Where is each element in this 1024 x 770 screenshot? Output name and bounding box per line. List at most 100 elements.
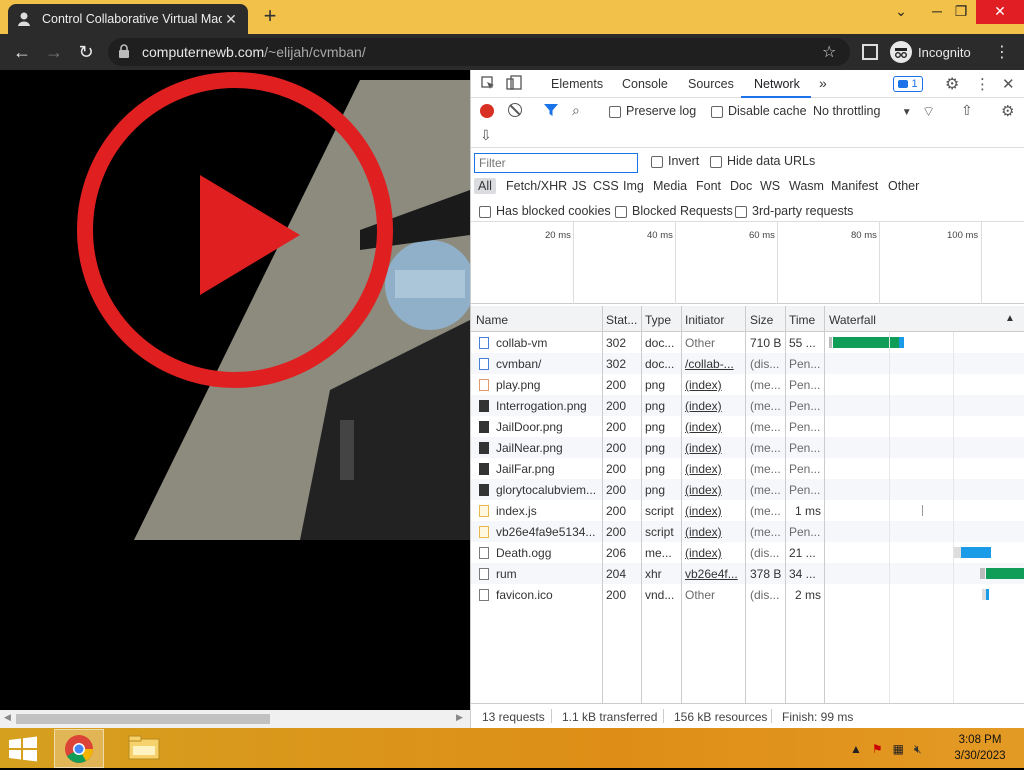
- request-row[interactable]: play.png 200 png (index) (me... Pen...: [471, 374, 1024, 395]
- filter-input[interactable]: [474, 153, 638, 173]
- import-har-icon[interactable]: ⇧: [961, 102, 973, 119]
- action-center-flag-icon[interactable]: ⚑: [872, 742, 883, 756]
- address-bar[interactable]: computernewb.com /~elijah/cvmban/: [108, 38, 850, 66]
- waterfall-bar[interactable]: [829, 337, 832, 348]
- request-row[interactable]: vb26e4fa9e5134... 200 script (index) (me... P…: [471, 521, 1024, 542]
- type-filter-img[interactable]: Img: [623, 179, 644, 193]
- column-header-time[interactable]: Time: [789, 313, 815, 327]
- settings-gear-icon[interactable]: ⚙: [945, 74, 959, 94]
- column-divider[interactable]: [681, 306, 682, 703]
- tab-console[interactable]: Console: [622, 77, 668, 91]
- tab-search-icon[interactable]: ⌄: [884, 0, 918, 24]
- close-devtools-icon[interactable]: ✕: [1002, 75, 1015, 93]
- chrome-taskbar-button[interactable]: [54, 729, 104, 768]
- blocked-requests-box[interactable]: [615, 205, 627, 218]
- preserve-log-box[interactable]: [609, 105, 621, 118]
- export-har-icon[interactable]: ⇩: [480, 127, 492, 144]
- tab-network[interactable]: Network: [754, 77, 800, 91]
- devtools-menu-icon[interactable]: ⋮: [975, 75, 990, 93]
- waterfall-bar[interactable]: [922, 505, 923, 516]
- throttling-select[interactable]: No throttling ▼: [813, 104, 912, 118]
- request-row[interactable]: index.js 200 script (index) (me... 1 ms: [471, 500, 1024, 521]
- type-filter-doc[interactable]: Doc: [730, 179, 752, 193]
- search-icon[interactable]: ⌕: [572, 102, 580, 119]
- cell-initiator[interactable]: /collab-...: [685, 357, 743, 371]
- network-icon[interactable]: ▦: [893, 742, 904, 756]
- has-blocked-cookies-box[interactable]: [479, 205, 491, 218]
- cell-initiator[interactable]: (index): [685, 504, 743, 518]
- waterfall-bar[interactable]: [961, 547, 991, 558]
- browser-tab[interactable]: Control Collaborative Virtual Mac ✕: [8, 4, 248, 34]
- tab-sources[interactable]: Sources: [688, 77, 734, 91]
- game-canvas[interactable]: [0, 70, 470, 710]
- request-row[interactable]: Interrogation.png 200 png (index) (me... Pen.…: [471, 395, 1024, 416]
- browser-menu-icon[interactable]: ⋮: [994, 42, 1010, 62]
- hide-data-urls-checkbox[interactable]: Hide data URLs: [710, 154, 815, 168]
- preserve-log-checkbox[interactable]: Preserve log: [609, 104, 696, 118]
- column-divider[interactable]: [745, 306, 746, 703]
- request-row[interactable]: glorytocalubviem... 200 png (index) (me... Pe…: [471, 479, 1024, 500]
- third-party-box[interactable]: [735, 205, 747, 218]
- request-row[interactable]: favicon.ico 200 vnd... Other (dis... 2 ms: [471, 584, 1024, 605]
- clear-icon[interactable]: [508, 103, 522, 117]
- disable-cache-box[interactable]: [711, 105, 723, 118]
- taskbar-clock[interactable]: 3:08 PM 3/30/2023: [940, 732, 1020, 764]
- has-blocked-cookies-checkbox[interactable]: Has blocked cookies: [479, 204, 611, 218]
- cell-initiator[interactable]: vb26e4f...: [685, 567, 743, 581]
- restore-button[interactable]: ❐: [944, 0, 978, 24]
- bookmark-star-icon[interactable]: ☆: [822, 42, 836, 62]
- column-divider[interactable]: [641, 306, 642, 703]
- tab-close-icon[interactable]: ✕: [222, 11, 240, 28]
- more-tabs-button[interactable]: »: [819, 75, 827, 91]
- show-hidden-icons-icon[interactable]: ▲: [850, 742, 862, 756]
- waterfall-bar[interactable]: [980, 568, 985, 579]
- lock-icon[interactable]: [118, 43, 134, 61]
- waterfall-bar[interactable]: [899, 337, 904, 348]
- new-tab-button[interactable]: +: [258, 4, 282, 30]
- tab-elements[interactable]: Elements: [551, 77, 603, 91]
- type-filter-manifest[interactable]: Manifest: [831, 179, 878, 193]
- column-header-status[interactable]: Stat...: [606, 313, 637, 327]
- close-window-button[interactable]: ✕: [976, 0, 1024, 24]
- incognito-indicator[interactable]: Incognito: [890, 39, 971, 65]
- inspect-element-icon[interactable]: [481, 76, 495, 93]
- type-filter-js[interactable]: JS: [572, 179, 587, 193]
- invert-box[interactable]: [651, 155, 663, 168]
- volume-muted-icon[interactable]: 🔇︎: [914, 742, 922, 757]
- cell-initiator[interactable]: (index): [685, 525, 743, 539]
- file-explorer-taskbar-button[interactable]: [120, 729, 170, 768]
- waterfall-bar[interactable]: [986, 568, 1024, 579]
- waterfall-bar[interactable]: [953, 547, 961, 558]
- device-toolbar-icon[interactable]: [506, 75, 522, 94]
- column-header-size[interactable]: Size: [750, 313, 773, 327]
- third-party-checkbox[interactable]: 3rd-party requests: [735, 204, 853, 218]
- column-header-name[interactable]: Name: [476, 313, 508, 327]
- forward-icon[interactable]: →: [42, 40, 66, 64]
- network-overview-timeline[interactable]: 20 ms 40 ms 60 ms 80 ms 100 ms: [471, 222, 1024, 304]
- side-panel-icon[interactable]: [862, 44, 878, 60]
- back-icon[interactable]: ←: [10, 40, 34, 64]
- record-icon[interactable]: [480, 104, 494, 118]
- issues-badge[interactable]: 1: [893, 76, 923, 92]
- cell-initiator[interactable]: (index): [685, 378, 743, 392]
- horizontal-scrollbar[interactable]: ◀ ▶: [0, 710, 470, 728]
- scrollbar-thumb[interactable]: [16, 714, 270, 724]
- column-divider[interactable]: [824, 306, 825, 703]
- type-filter-other[interactable]: Other: [888, 179, 919, 193]
- waterfall-bar[interactable]: [833, 337, 903, 348]
- request-row[interactable]: rum 204 xhr vb26e4f... 378 B 34 ...: [471, 563, 1024, 584]
- request-row[interactable]: JailDoor.png 200 png (index) (me... Pen...: [471, 416, 1024, 437]
- cell-initiator[interactable]: (index): [685, 399, 743, 413]
- blocked-requests-checkbox[interactable]: Blocked Requests: [615, 204, 733, 218]
- column-header-waterfall[interactable]: Waterfall: [829, 313, 876, 327]
- reload-icon[interactable]: ↻: [74, 40, 98, 64]
- hide-data-urls-box[interactable]: [710, 155, 722, 168]
- disable-cache-checkbox[interactable]: Disable cache: [711, 104, 807, 118]
- column-header-initiator[interactable]: Initiator: [685, 313, 724, 327]
- type-filter-font[interactable]: Font: [696, 179, 721, 193]
- cell-initiator[interactable]: (index): [685, 420, 743, 434]
- request-row[interactable]: collab-vm 302 doc... Other 710 B 55 ...: [471, 332, 1024, 353]
- network-settings-icon[interactable]: ⚙: [1001, 102, 1014, 120]
- windows-start-icon[interactable]: [8, 736, 40, 762]
- cell-initiator[interactable]: (index): [685, 462, 743, 476]
